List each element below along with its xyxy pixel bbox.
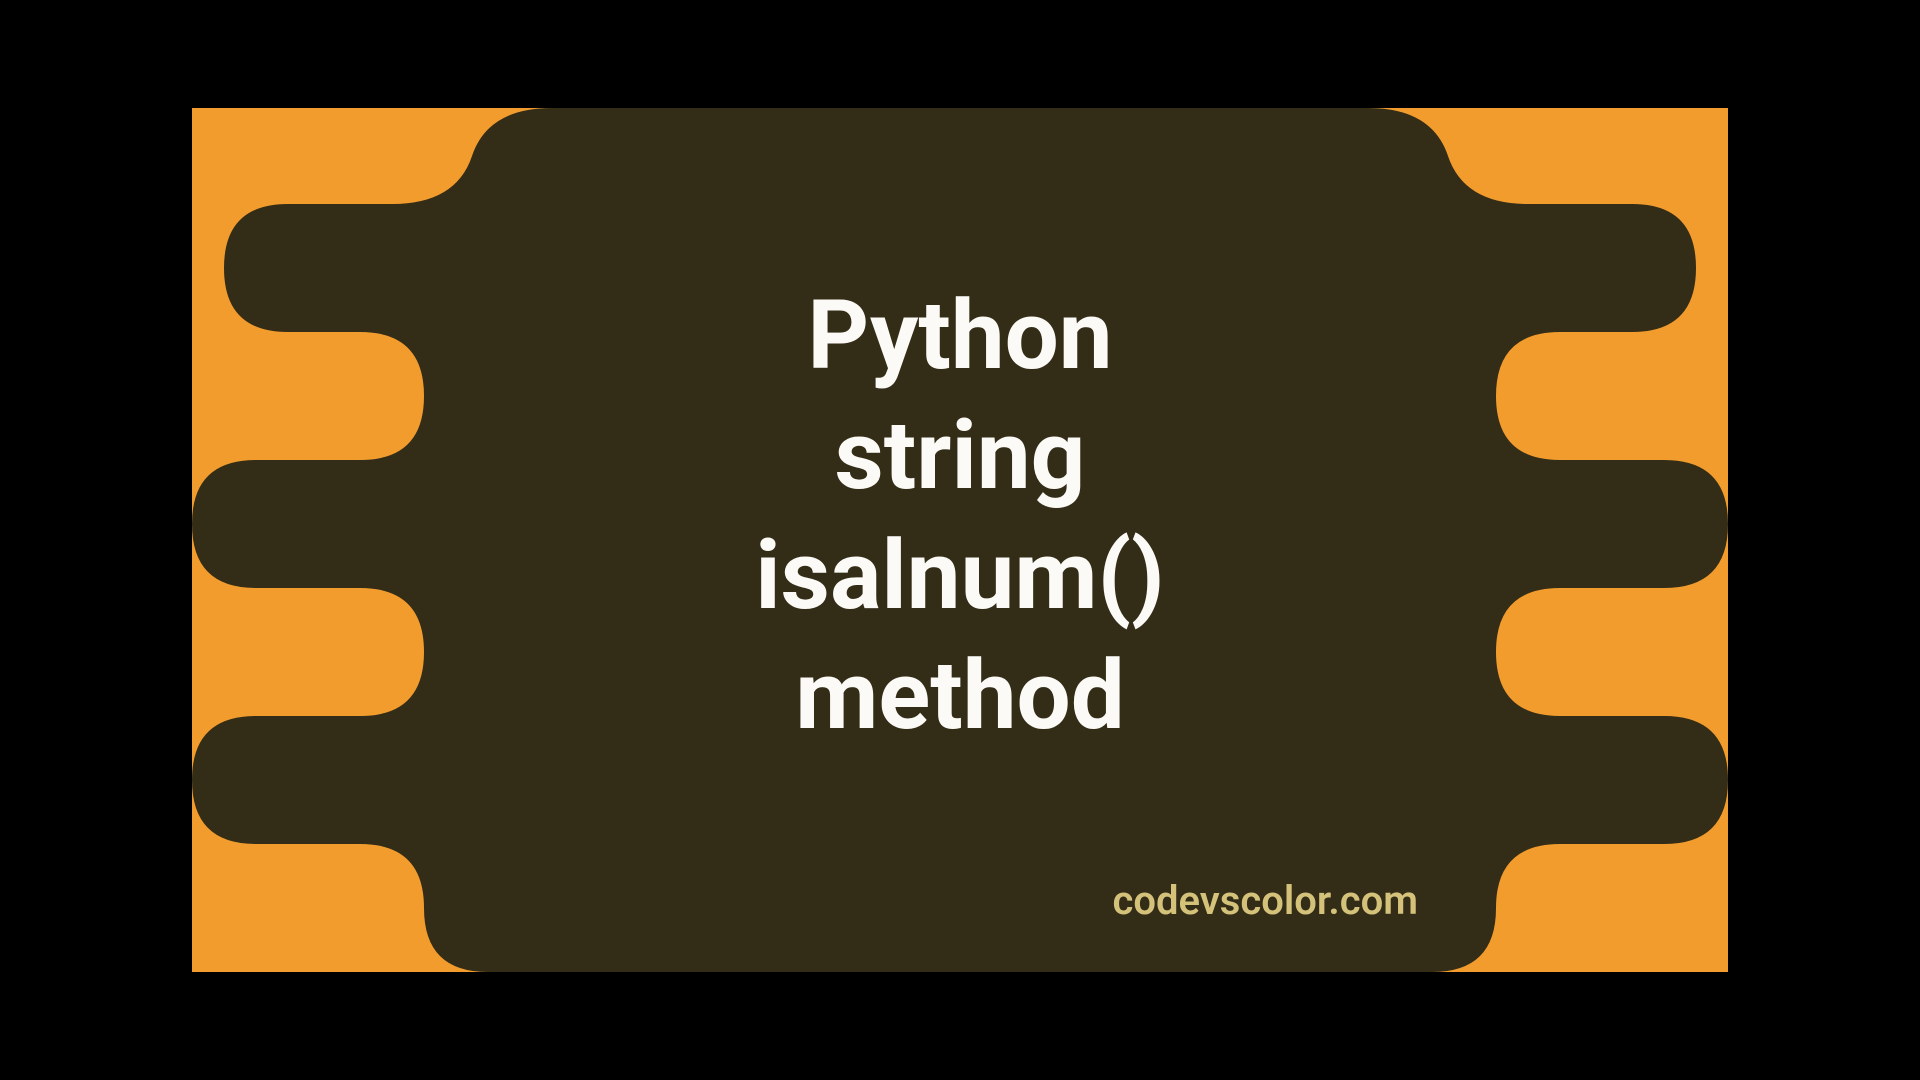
watermark: codevscolor.com xyxy=(1112,877,1418,924)
title-line-1: Python xyxy=(755,276,1165,396)
page-title: Python string isalnum() method xyxy=(755,276,1165,756)
banner-card: Python string isalnum() method codevscol… xyxy=(192,108,1728,972)
title-line-3: isalnum() xyxy=(755,516,1165,636)
title-line-2: string xyxy=(755,396,1165,516)
title-line-4: method xyxy=(755,636,1165,756)
